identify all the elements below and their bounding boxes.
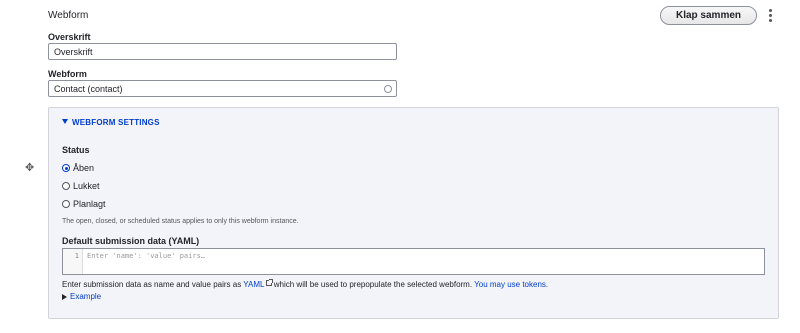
status-option-open[interactable]: Åben [62,163,94,173]
yaml-editor[interactable]: 1 Enter 'name': 'value' pairs… [62,248,765,275]
heading-field-label: Overskrift [48,32,91,42]
heading-field-input[interactable]: Overskrift [48,43,397,60]
default-data-help: Enter submission data as name and value … [62,279,548,289]
status-option-scheduled[interactable]: Planlagt [62,199,106,209]
help-suffix: which will be used to prepopulate the se… [273,280,473,289]
example-toggle[interactable]: Example [62,292,101,301]
default-data-label: Default submission data (YAML) [62,236,200,246]
example-label: Example [70,292,102,301]
chevron-right-icon [62,293,67,300]
collapse-button[interactable]: Klap sammen [660,6,757,25]
status-description: The open, closed, or scheduled status ap… [62,218,299,225]
external-link-icon [265,279,273,286]
status-radio-open[interactable] [62,164,70,172]
yaml-editor-placeholder: Enter 'name': 'value' pairs… [87,252,206,260]
status-option-closed[interactable]: Lukket [62,181,100,191]
more-actions-icon[interactable] [765,7,775,24]
webform-field-label: Webform [48,69,87,79]
chevron-down-icon [62,119,68,124]
status-label: Status [62,145,90,155]
webform-select-input[interactable]: Contact (contact) [48,80,397,97]
drag-handle-icon[interactable]: ✥ [25,161,34,174]
webform-select-value: Contact (contact) [54,83,123,94]
autocomplete-icon [384,85,392,93]
tokens-link[interactable]: You may use tokens. [474,280,548,289]
webform-settings-summary[interactable]: WEBFORM SETTINGS [62,118,160,127]
status-radio-scheduled[interactable] [62,200,70,208]
status-option-closed-label: Lukket [73,181,100,191]
yaml-link[interactable]: YAML [243,280,264,289]
line-number: 1 [63,249,83,274]
help-prefix: Enter submission data as name and value … [62,280,242,289]
status-option-scheduled-label: Planlagt [73,199,106,209]
webform-settings-summary-label: WEBFORM SETTINGS [72,118,160,127]
status-option-open-label: Åben [73,163,95,173]
section-title: Webform [48,10,89,21]
status-radio-closed[interactable] [62,182,70,190]
